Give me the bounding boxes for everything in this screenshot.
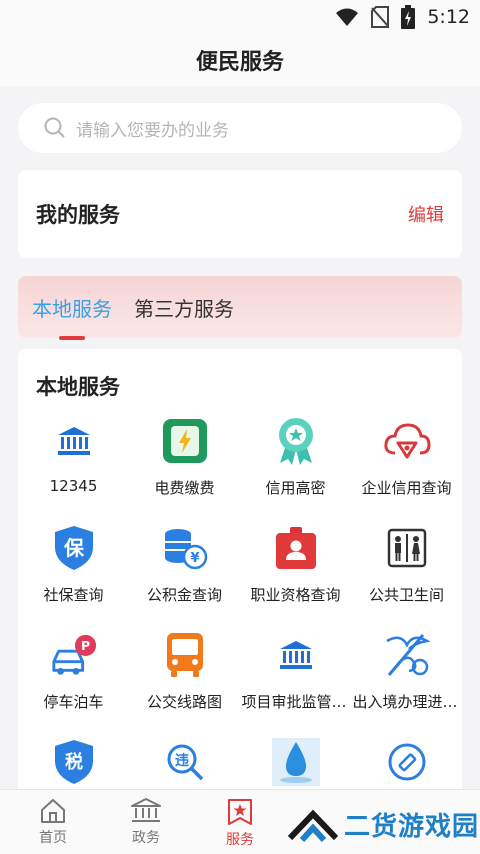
service-label: 停车泊车	[43, 693, 104, 711]
svg-text:¥: ¥	[190, 551, 199, 566]
wifi-icon	[336, 8, 359, 26]
local-services-card: 本地服务 12345 电费缴费 信用高密 企业信用查询 保 社保查询 ¥ 公积金…	[18, 349, 462, 809]
my-services-title: 我的服务	[36, 203, 120, 227]
vaccine-icon	[383, 738, 431, 786]
status-icons: 5:12	[335, 4, 470, 30]
service-label: 职业资格查询	[250, 586, 341, 604]
coins-yen-icon: ¥	[161, 524, 209, 572]
tab-local-services[interactable]: 本地服务	[32, 293, 112, 340]
nav-label: 政务	[132, 830, 160, 846]
violation-search-icon: 违	[161, 738, 209, 786]
service-label: 信用高密	[265, 479, 326, 497]
service-item-immigration[interactable]: 出入境办理进度查询	[351, 621, 462, 728]
service-item-qualification[interactable]: 职业资格查询	[240, 514, 351, 621]
service-item-social-security[interactable]: 保 社保查询	[18, 514, 129, 621]
watermark-logo: 二货游戏园	[288, 806, 479, 843]
water-drop-icon	[271, 738, 320, 786]
service-item-electricity[interactable]: 电费缴费	[129, 407, 240, 514]
status-bar: 5:12	[0, 0, 480, 34]
service-label: 公交线路图	[146, 693, 222, 711]
header: 便民服务	[0, 34, 480, 86]
service-item-credit-gaomi[interactable]: 信用高密	[240, 407, 351, 514]
search-bar[interactable]: 请输入您要办的业务	[18, 103, 462, 153]
clock: 5:12	[427, 6, 470, 28]
restroom-icon	[383, 524, 431, 572]
service-item-bus-routes[interactable]: 公交线路图	[129, 621, 240, 728]
service-item-parking[interactable]: P 停车泊车	[18, 621, 129, 728]
watermark-text: 二货游戏园	[344, 812, 480, 842]
nav-services[interactable]: 服务	[210, 798, 270, 849]
battery-charging-icon	[401, 5, 416, 29]
no-sim-icon	[371, 6, 390, 28]
service-label: 12345	[49, 477, 98, 495]
service-star-icon	[228, 799, 252, 825]
service-grid: 12345 电费缴费 信用高密 企业信用查询 保 社保查询 ¥ 公积金查询 职业…	[18, 407, 462, 835]
service-item-12345[interactable]: 12345	[18, 407, 129, 514]
service-item-public-toilet[interactable]: 公共卫生间	[351, 514, 462, 621]
service-item-enterprise-credit[interactable]: 企业信用查询	[351, 407, 462, 514]
service-label: 电费缴费	[154, 479, 215, 497]
bank-icon	[272, 631, 320, 679]
svg-text:保: 保	[63, 536, 85, 560]
service-label: 项目审批监管平台	[241, 693, 350, 711]
section-title: 本地服务	[36, 375, 120, 399]
service-item-project-approval[interactable]: 项目审批监管平台	[240, 621, 351, 728]
nav-government[interactable]: 政务	[116, 798, 176, 847]
chevron-logo-icon	[288, 809, 338, 842]
service-label: 公积金查询	[146, 586, 222, 604]
edit-button[interactable]: 编辑	[408, 201, 444, 227]
shield-bao-icon: 保	[50, 524, 98, 572]
service-tabs: 本地服务 第三方服务	[18, 276, 462, 340]
bank-icon	[50, 417, 98, 465]
caduceus-icon	[383, 631, 431, 679]
search-input[interactable]: 请输入您要办的业务	[76, 116, 229, 141]
star-badge-icon	[272, 417, 320, 465]
page-title: 便民服务	[195, 50, 284, 75]
government-icon	[131, 798, 161, 822]
nav-home[interactable]: 首页	[23, 798, 83, 847]
svg-text:P: P	[80, 638, 89, 653]
svg-text:税: 税	[65, 751, 83, 773]
home-icon	[41, 799, 65, 823]
service-label: 公共卫生间	[368, 586, 444, 604]
svg-text:违: 违	[175, 752, 189, 769]
tax-shield-icon: 税	[50, 738, 98, 786]
cloud-check-icon	[383, 417, 431, 465]
lightning-card-icon	[161, 417, 209, 465]
nav-label: 服务	[226, 832, 254, 848]
service-item-housing-fund[interactable]: ¥ 公积金查询	[129, 514, 240, 621]
tab-third-party-services[interactable]: 第三方服务	[134, 293, 234, 322]
service-label: 社保查询	[43, 586, 104, 604]
nav-label: 首页	[39, 830, 67, 846]
id-badge-icon	[272, 524, 320, 572]
service-label: 企业信用查询	[361, 479, 452, 497]
search-icon	[44, 117, 65, 138]
bus-icon	[161, 631, 209, 679]
car-parking-icon: P	[50, 631, 98, 679]
service-label: 出入境办理进度查询	[352, 693, 461, 711]
my-services-card: 我的服务 编辑	[18, 170, 462, 258]
